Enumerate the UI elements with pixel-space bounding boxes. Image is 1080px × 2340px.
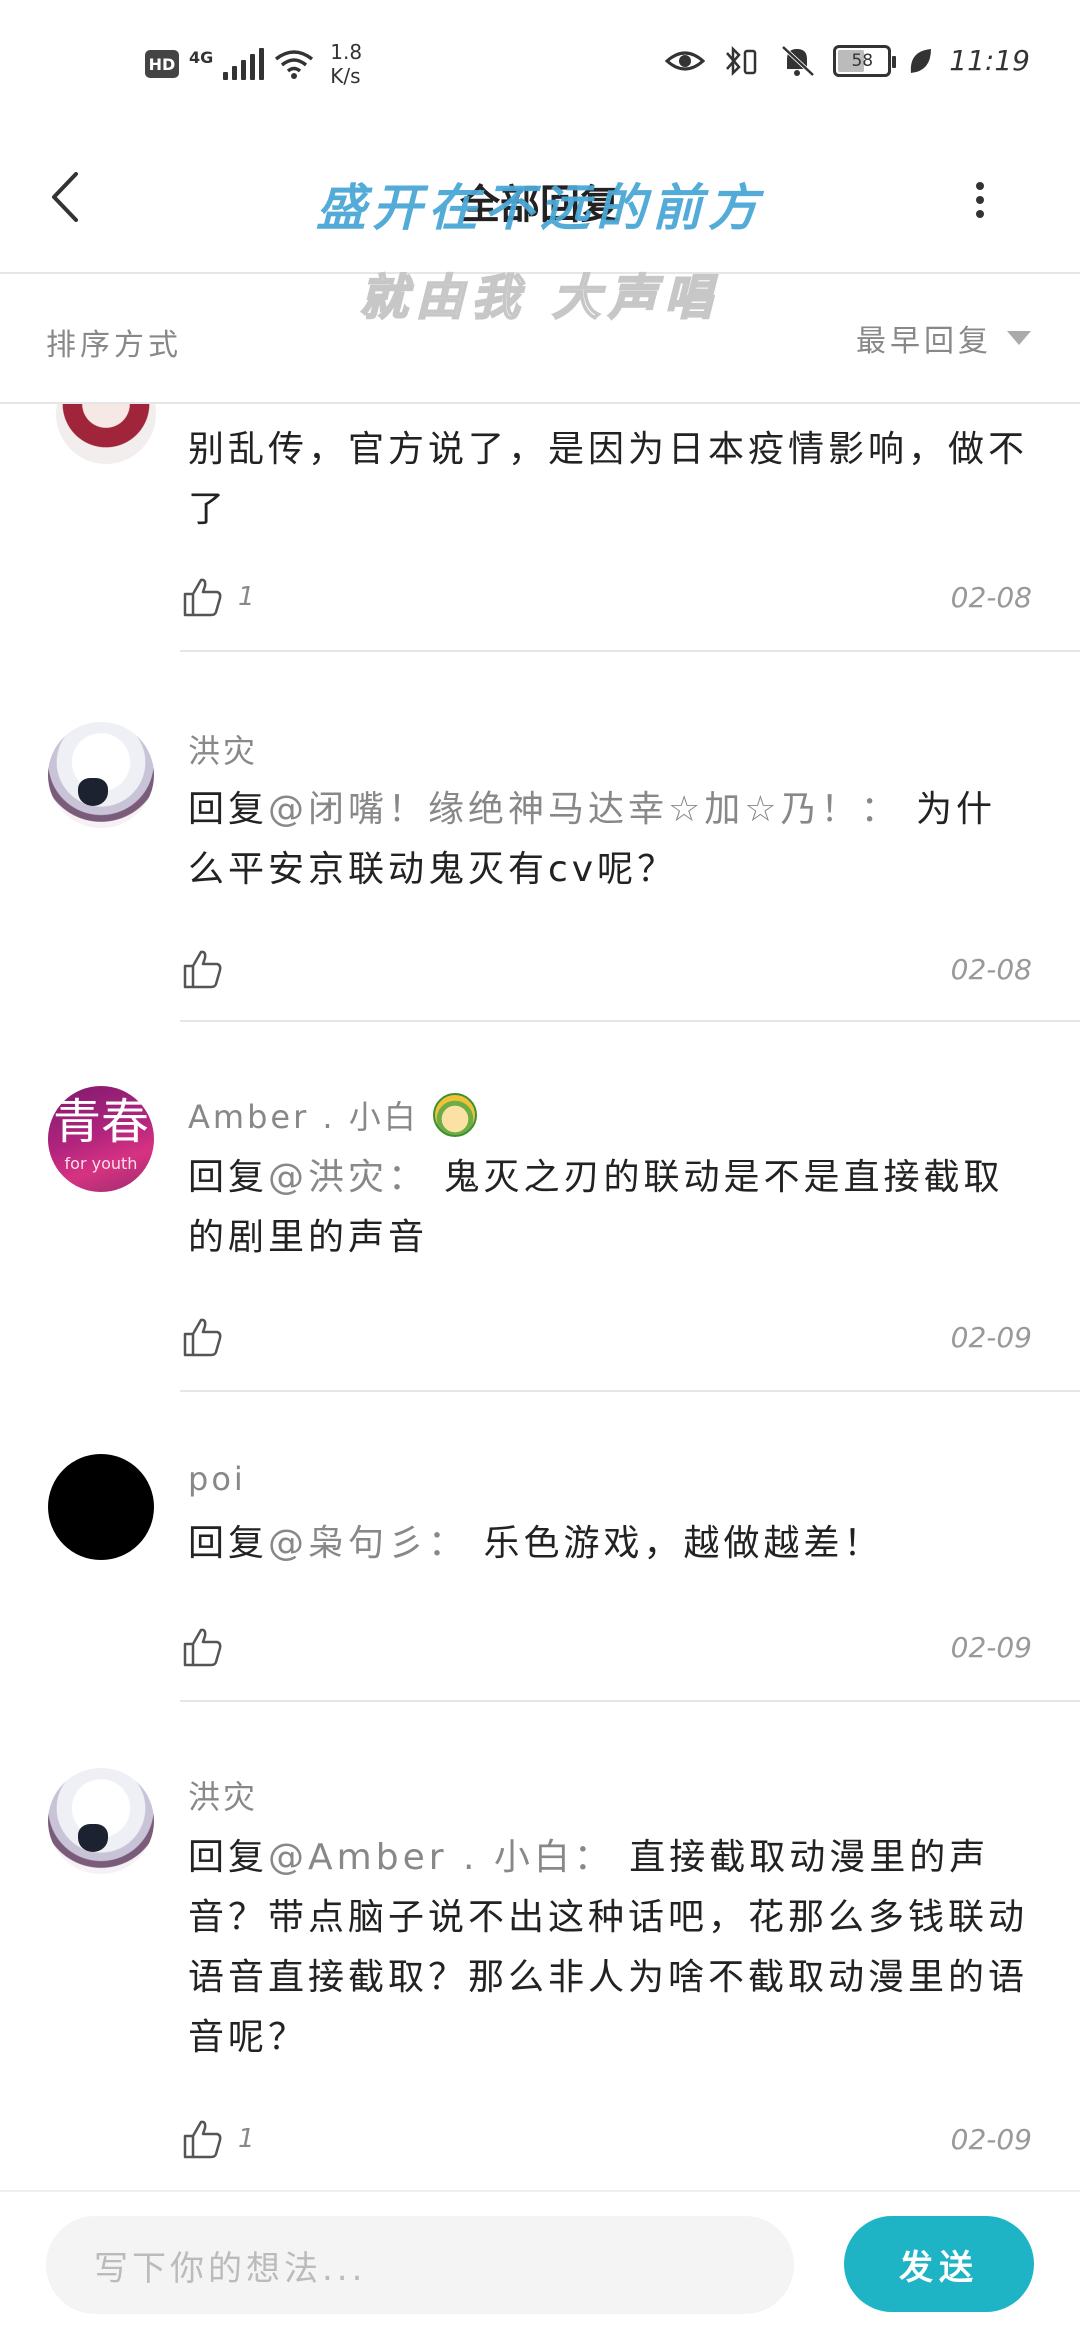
reply-actions: 02-09 <box>182 1310 1032 1364</box>
user-avatar[interactable] <box>48 722 154 828</box>
like-count: 1 <box>238 2124 255 2154</box>
reply-prefix: 回复 <box>188 1523 269 1564</box>
reply-actions: 1 02-08 <box>182 570 1032 624</box>
reply-text: 乐色游戏，越做越差！ <box>483 1523 884 1564</box>
like-count: 1 <box>238 582 255 612</box>
reply-item: poi 回复@枭句彡： 乐色游戏，越做越差！ 02-09 <box>0 1392 1080 1702</box>
reply-item: 青春 for youth Amber . 小白 回复@洪灾： 鬼灭之刃的联动是不… <box>0 1022 1080 1392</box>
avatar-text-small: for youth <box>64 1154 138 1173</box>
wifi-icon <box>275 50 314 79</box>
bluetooth-vibrate-icon <box>726 45 757 76</box>
user-avatar[interactable] <box>48 1454 154 1560</box>
reply-content: 回复@闭嘴！缘绝神马达幸☆加☆乃！： 为什么平安京联动鬼灭有cv呢？ <box>188 780 1030 900</box>
network-type: 4G <box>189 47 214 67</box>
like-button[interactable] <box>182 948 238 990</box>
reply-content: 回复@枭句彡： 乐色游戏，越做越差！ <box>188 1514 1030 1574</box>
reply-text: 别乱传，官方说了，是因为日本疫情影响，做不了 <box>188 429 1029 530</box>
status-time: 11:19 <box>949 44 1030 77</box>
thumbs-up-icon <box>183 2120 222 2159</box>
like-button[interactable]: 1 <box>182 2118 255 2160</box>
username[interactable]: 洪灾 <box>188 1772 258 1818</box>
like-button[interactable] <box>182 1316 238 1358</box>
reply-item: 别乱传，官方说了，是因为日本疫情影响，做不了 1 02-08 <box>0 404 1080 652</box>
thumbs-up-icon <box>183 578 222 617</box>
send-button[interactable]: 发送 <box>844 2216 1034 2312</box>
mention-link[interactable]: @洪灾： <box>268 1157 428 1198</box>
reply-actions: 02-08 <box>182 942 1032 996</box>
reply-actions: 1 02-09 <box>182 2112 1032 2166</box>
thumbs-up-icon <box>183 1628 222 1667</box>
username[interactable]: Amber . 小白 <box>188 1092 477 1138</box>
mention-link[interactable]: @枭句彡： <box>268 1523 468 1564</box>
reply-item: 洪灾 回复@闭嘴！缘绝神马达幸☆加☆乃！： 为什么平安京联动鬼灭有cv呢？ 02… <box>0 652 1080 1022</box>
reply-item: 洪灾 回复@Amber . 小白： 直接截取动漫里的声音？带点脑子说不出这种话吧… <box>0 1702 1080 2190</box>
reply-input-placeholder: 写下你的想法... <box>94 2248 367 2289</box>
status-bar: HD 4G 1.8 K/s 58 11:19 <box>0 0 1080 130</box>
username-text: 洪灾 <box>188 1778 259 1816</box>
hd-badge: HD <box>145 50 179 78</box>
reply-date: 02-08 <box>950 952 1032 986</box>
user-avatar[interactable] <box>56 404 156 464</box>
mention-link[interactable]: @Amber . 小白： <box>268 1837 614 1878</box>
reply-prefix: 回复 <box>188 789 269 830</box>
user-avatar[interactable]: 青春 for youth <box>48 1086 154 1192</box>
reply-prefix: 回复 <box>188 1157 269 1198</box>
user-avatar[interactable] <box>48 1768 154 1874</box>
caret-down-icon <box>1007 331 1031 345</box>
username-text: poi <box>188 1460 246 1498</box>
reply-date: 02-09 <box>950 1320 1032 1354</box>
reply-content: 回复@洪灾： 鬼灭之刃的联动是不是直接截取的剧里的声音 <box>188 1148 1030 1268</box>
reply-date: 02-09 <box>950 1630 1032 1664</box>
level-badge-icon <box>432 1093 477 1137</box>
floating-lyric-line-1: 盛开在不远的前方 <box>316 179 764 237</box>
reply-date: 02-08 <box>950 580 1032 614</box>
status-bar-right: 58 11:19 <box>665 44 1030 77</box>
username[interactable]: poi <box>188 1460 246 1498</box>
network-speed: 1.8 K/s <box>330 40 362 88</box>
reply-input[interactable]: 写下你的想法... <box>46 2216 794 2314</box>
comment-replies-screen: HD 4G 1.8 K/s 58 11:19 全部回复 排序方式 最早回复 盛开… <box>0 0 1080 2340</box>
mute-bell-icon <box>781 45 815 76</box>
mention-link[interactable]: @闭嘴！缘绝神马达幸☆加☆乃！： <box>268 789 901 830</box>
battery-percent: 58 <box>851 50 874 71</box>
thumbs-up-icon <box>183 950 222 989</box>
username-text: Amber . 小白 <box>188 1098 419 1136</box>
status-bar-left: HD 4G 1.8 K/s <box>145 40 362 88</box>
username[interactable]: 洪灾 <box>188 726 258 772</box>
avatar-text-large: 青春 <box>52 1094 149 1150</box>
reply-content: 回复@Amber . 小白： 直接截取动漫里的声音？带点脑子说不出这种话吧，花那… <box>188 1828 1030 2068</box>
reply-actions: 02-09 <box>182 1620 1032 1674</box>
leaf-icon <box>911 48 932 73</box>
floating-lyric-line-2: 就由我 大声唱 <box>359 269 721 327</box>
reply-list[interactable]: 别乱传，官方说了，是因为日本疫情影响，做不了 1 02-08 洪灾 回复@闭嘴！… <box>0 404 1080 2190</box>
reply-date: 02-09 <box>950 2122 1032 2156</box>
username-text: 洪灾 <box>188 732 259 770</box>
like-button[interactable] <box>182 1626 238 1668</box>
eye-icon <box>665 51 706 70</box>
speed-unit: K/s <box>330 64 361 88</box>
battery-indicator: 58 <box>833 44 897 77</box>
thumbs-up-icon <box>183 1318 222 1357</box>
reply-composer: 写下你的想法... 发送 <box>0 2190 1080 2340</box>
like-button[interactable]: 1 <box>182 576 255 618</box>
signal-icon <box>223 48 265 80</box>
reply-content: 别乱传，官方说了，是因为日本疫情影响，做不了 <box>188 420 1030 540</box>
reply-prefix: 回复 <box>188 1837 269 1878</box>
speed-value: 1.8 <box>330 40 363 64</box>
